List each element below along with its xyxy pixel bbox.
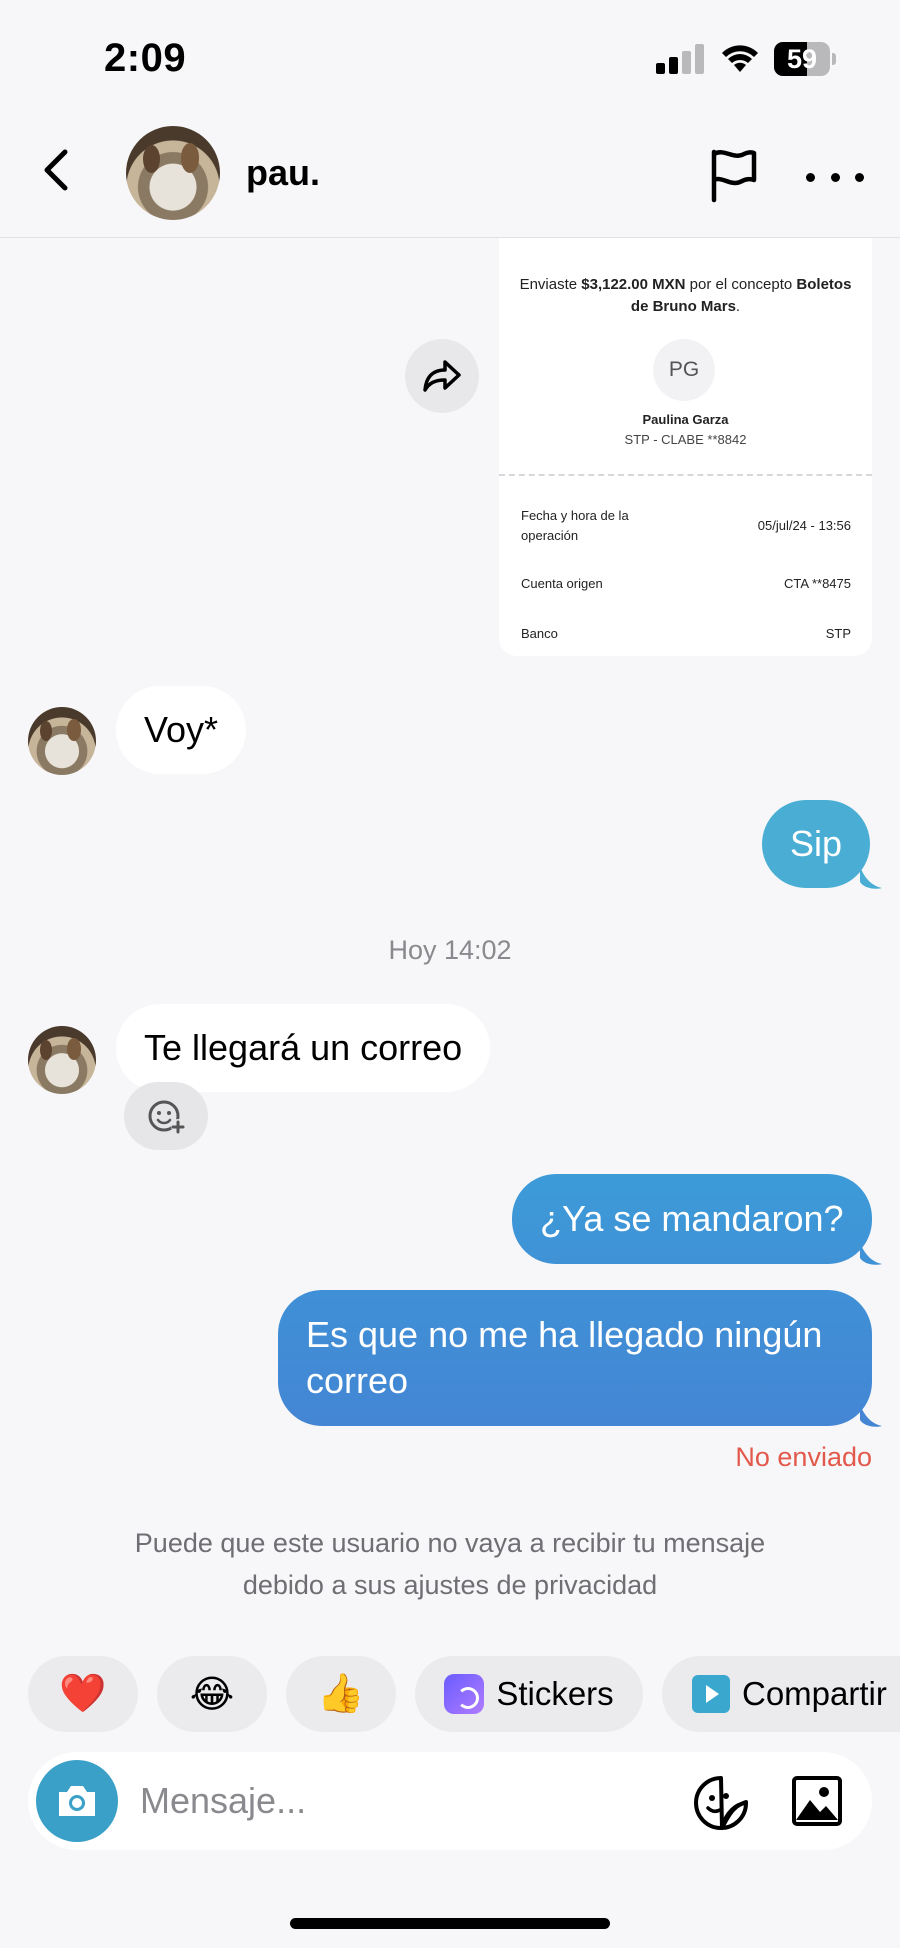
thumbs-up-emoji-icon: 👍 bbox=[317, 1673, 365, 1715]
home-indicator bbox=[290, 1918, 610, 1929]
laughing-emoji-icon: 😂 bbox=[189, 1673, 235, 1716]
message-text: Es que no me ha llegado ningún correo bbox=[306, 1314, 823, 1401]
back-button[interactable] bbox=[28, 140, 84, 200]
camera-button[interactable] bbox=[36, 1760, 118, 1842]
more-dots-icon bbox=[806, 172, 815, 182]
stickers-button[interactable]: Stickers bbox=[415, 1656, 643, 1732]
battery-percent: 59 bbox=[786, 44, 818, 74]
contact-avatar-small[interactable] bbox=[28, 707, 96, 775]
not-sent-status[interactable]: No enviado bbox=[735, 1442, 872, 1473]
chevron-left-icon bbox=[44, 149, 68, 191]
contact-avatar[interactable] bbox=[126, 126, 220, 220]
contact-name[interactable]: pau. bbox=[246, 152, 320, 194]
gallery-icon[interactable] bbox=[790, 1774, 844, 1828]
message-text: ¿Ya se mandaron? bbox=[540, 1198, 844, 1239]
message-text: Sip bbox=[790, 823, 843, 864]
recipient-name: Paulina Garza bbox=[642, 412, 729, 427]
wifi-icon bbox=[722, 45, 758, 72]
stickers-label: Stickers bbox=[496, 1675, 614, 1712]
share-label: Compartir bbox=[742, 1675, 887, 1712]
bubble-tail bbox=[860, 1404, 882, 1427]
add-reaction-button[interactable] bbox=[124, 1082, 208, 1150]
incoming-message-bubble[interactable]: Voy* bbox=[116, 686, 247, 774]
outgoing-message-bubble[interactable]: ¿Ya se mandaron? bbox=[512, 1174, 872, 1264]
share-content-button[interactable]: Compartir bbox=[662, 1656, 900, 1732]
quick-thumbs-up-button[interactable]: 👍 bbox=[286, 1656, 396, 1732]
outgoing-message-bubble[interactable]: Es que no me ha llegado ningún correo bbox=[278, 1290, 872, 1426]
conversation-timestamp: Hoy 14:02 bbox=[388, 935, 512, 965]
heart-emoji-icon: ❤️ bbox=[59, 1673, 107, 1715]
quick-laugh-button[interactable]: 😂 bbox=[157, 1656, 267, 1732]
bubble-tail bbox=[860, 866, 882, 889]
status-time: 2:09 bbox=[104, 36, 187, 80]
receipt-divider bbox=[499, 474, 872, 476]
add-reaction-icon bbox=[148, 1100, 185, 1134]
cellular-signal-icon bbox=[656, 44, 704, 74]
message-text: Te llegará un correo bbox=[144, 1027, 463, 1068]
message-composer bbox=[28, 1752, 872, 1850]
share-button[interactable] bbox=[405, 339, 479, 413]
privacy-warning: Puede que este usuario no vaya a recibir… bbox=[134, 1528, 766, 1600]
bubble-tail bbox=[860, 1242, 882, 1265]
battery-icon: 59 bbox=[774, 42, 836, 76]
incoming-message-bubble[interactable]: Te llegará un correo bbox=[116, 1004, 491, 1092]
sticker-icon[interactable] bbox=[692, 1774, 750, 1832]
message-input[interactable] bbox=[140, 1752, 700, 1850]
more-options-button[interactable] bbox=[806, 162, 864, 192]
message-text: Voy* bbox=[144, 709, 219, 750]
quick-heart-button[interactable]: ❤️ bbox=[28, 1656, 138, 1732]
stickers-icon bbox=[444, 1674, 485, 1714]
camera-icon bbox=[59, 1786, 95, 1816]
recipient-clabe: STP - CLABE **8842 bbox=[624, 432, 747, 447]
share-arrow-icon bbox=[423, 360, 461, 392]
outgoing-message-bubble[interactable]: Sip bbox=[762, 800, 871, 888]
chat-header: pau. bbox=[0, 110, 900, 238]
transfer-receipt-image[interactable]: Enviaste $3,122.00 MXN por el concepto B… bbox=[499, 238, 872, 656]
contact-avatar-small[interactable] bbox=[28, 1026, 96, 1094]
flag-icon[interactable] bbox=[704, 146, 762, 204]
share-play-icon bbox=[692, 1675, 730, 1713]
recipient-initials: PG bbox=[653, 339, 715, 401]
status-bar: 2:09 59 bbox=[0, 0, 900, 110]
receipt-summary: Enviaste $3,122.00 MXN por el concepto B… bbox=[519, 276, 852, 315]
